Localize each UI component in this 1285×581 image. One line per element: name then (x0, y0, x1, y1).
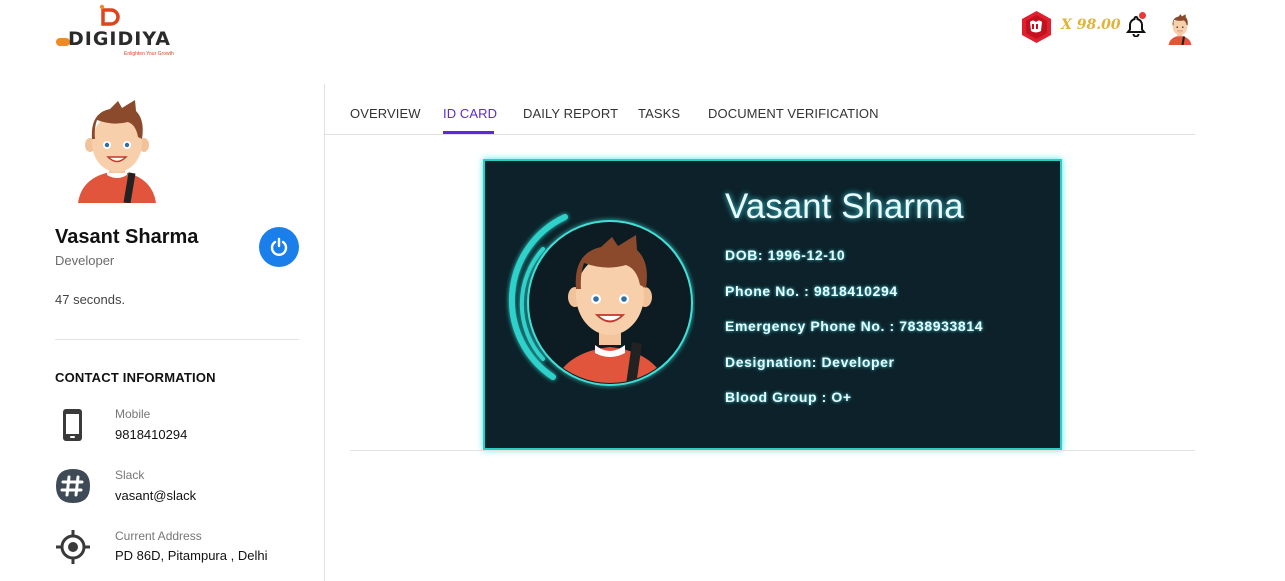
active-tab-indicator (443, 131, 494, 134)
contact-value-mobile[interactable]: 9818410294 (115, 427, 187, 442)
contact-value-slack[interactable]: vasant@slack (115, 488, 196, 503)
id-card-phone: Phone No. : 9818410294 (725, 283, 898, 299)
profile-tabs: OVERVIEW ID CARD DAILY REPORT TASKS DOCU… (325, 84, 1195, 135)
contact-label-slack: Slack (115, 468, 145, 482)
tab-id-card[interactable]: ID CARD (443, 106, 497, 121)
id-card-name: Vasant Sharma (725, 187, 964, 226)
tab-document-verification[interactable]: DOCUMENT VERIFICATION (708, 106, 879, 121)
contact-label-address: Current Address (115, 529, 202, 543)
id-card-photo (508, 214, 693, 386)
contact-value-address: PD 86D, Pitampura , Delhi (115, 548, 268, 563)
tab-daily-report[interactable]: DAILY REPORT (523, 106, 618, 121)
coin-balance: X 98.00 (1061, 17, 1121, 33)
id-card: Vasant Sharma DOB: 1996-12-10 Phone No. … (483, 159, 1062, 450)
user-avatar[interactable] (1166, 13, 1194, 45)
tab-tasks[interactable]: TASKS (638, 106, 680, 121)
section-divider (55, 339, 299, 340)
profile-name: Vasant Sharma (55, 226, 199, 248)
content-divider (350, 450, 1195, 451)
id-card-dob: DOB: 1996-12-10 (725, 247, 846, 263)
profile-role: Developer (55, 253, 115, 268)
location-icon (56, 530, 90, 564)
contact-heading: CONTACT INFORMATION (55, 370, 216, 385)
id-card-designation: Designation: Developer (725, 354, 895, 370)
logo-tagline: Enlighten Your Growth (124, 51, 174, 57)
id-card-emergency-phone: Emergency Phone No. : 7838933814 (725, 318, 984, 334)
power-button[interactable] (259, 227, 299, 267)
coin-badge-icon[interactable] (1020, 10, 1053, 44)
notification-dot (1139, 12, 1146, 19)
profile-avatar (78, 100, 156, 203)
app-logo[interactable]: DIGIDIYA Enlighten Your Growth (54, 4, 186, 58)
session-elapsed: 47 seconds. (55, 292, 126, 307)
tab-overview[interactable]: OVERVIEW (350, 106, 421, 121)
panel-divider (324, 84, 325, 581)
slack-icon (56, 469, 90, 503)
id-card-blood-group: Blood Group : O+ (725, 389, 852, 405)
logo-mark-icon (99, 4, 120, 26)
contact-label-mobile: Mobile (115, 407, 151, 421)
logo-text: DIGIDIYA (68, 28, 171, 50)
power-icon (270, 237, 288, 256)
phone-icon (63, 409, 82, 441)
